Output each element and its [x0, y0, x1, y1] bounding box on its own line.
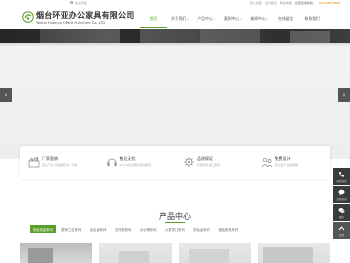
feature-quality[interactable]: 品质保证 环保材质 精工细作 — [175, 146, 253, 179]
nav-item-label: 在线留言 — [278, 16, 294, 21]
sitemap-link[interactable]: 网站地图 — [280, 1, 292, 5]
banner-next-button[interactable]: › — [338, 88, 350, 102]
product-thumbnail[interactable] — [99, 243, 172, 263]
chevron-down-icon: ▾ — [187, 18, 189, 21]
nav-item[interactable]: 首页 — [140, 13, 167, 23]
category-tab[interactable]: 办公椅系列 — [137, 225, 159, 233]
category-tab[interactable]: 酒店家具系列 — [215, 225, 241, 233]
feature-after-sales[interactable]: 售后无忧 24小时在线服务随叫随到 — [98, 146, 176, 179]
back-to-top-button[interactable]: 顶部 — [333, 222, 350, 239]
feature-title: 品质保证 — [197, 156, 213, 161]
category-tab[interactable]: 会议桌系列 — [87, 225, 109, 233]
banner-floor — [0, 43, 350, 46]
chevron-down-icon: ▾ — [213, 18, 215, 21]
nav-item-label: 关于我们 — [171, 16, 187, 21]
title-underline — [165, 222, 185, 223]
nav-item-label: 联系我们 — [304, 16, 320, 21]
product-thumbnail[interactable] — [257, 243, 330, 263]
chevron-down-icon: ▾ — [240, 18, 242, 21]
feature-desc: 环保材质 精工细作 — [197, 163, 221, 167]
nav-item[interactable]: 在线留言 — [273, 13, 300, 23]
hotline-label: 全国咨询热线： — [294, 1, 316, 5]
category-tab[interactable]: 沙发茶几系列 — [162, 225, 188, 233]
main-nav: 首页 关于我们▾ 产品中心▾ 案例中心▾ 新闻中心▾ 在线留言 联系我们 — [140, 13, 326, 23]
gear-icon — [184, 157, 194, 167]
feature-title: 厂家直销 — [42, 156, 58, 161]
nav-item[interactable]: 联系我们 — [299, 13, 326, 23]
nav-item-label: 产品中心 — [197, 16, 213, 21]
tool-label: 顶部 — [338, 234, 344, 237]
nav-item[interactable]: 新闻中心▾ — [246, 13, 273, 23]
set-homepage-link[interactable]: 设为首页 — [265, 1, 277, 5]
nav-item-label: 案例中心 — [224, 16, 240, 21]
nav-item[interactable]: 关于我们▾ — [167, 13, 194, 23]
company-name-cn[interactable]: 烟台环亚办公家具有限公司 — [36, 10, 134, 21]
feature-desc: 专业设计 免费测量 — [274, 163, 298, 167]
arrow-up-icon — [338, 226, 345, 231]
feature-desc: 24小时在线服务随叫随到 — [119, 163, 152, 167]
nav-active-indicator — [140, 27, 167, 28]
nav-item[interactable]: 产品中心▾ — [193, 13, 220, 23]
feature-design[interactable]: 免费设计 专业设计 免费测量 — [253, 146, 331, 179]
feature-title: 售后无忧 — [119, 156, 136, 161]
banner-prev-button[interactable]: ‹ — [0, 88, 12, 102]
top-bar: 欢迎光临 加入收藏 设为首页 网站地图 全国咨询热线： 400-888-8888 — [0, 0, 350, 6]
feature-title: 免费设计 — [274, 156, 291, 161]
banner-image — [0, 29, 350, 43]
people-icon — [261, 157, 272, 168]
category-tabs: 班台班桌系列 屏风工位系列 会议桌系列 文件柜系列 办公椅系列 沙发茶几系列 前台桌系列 酒店… — [30, 225, 330, 233]
phone-icon — [339, 172, 344, 177]
hotline-number: 400-888-8888 — [318, 1, 340, 5]
company-name-en: Yantai Huanya Office Furniture Co.,LTD — [36, 21, 106, 25]
tool-label: 在线咨询 — [336, 198, 347, 201]
chat-icon — [338, 189, 345, 196]
category-tab[interactable]: 文件柜系列 — [112, 225, 134, 233]
nav-item[interactable]: 案例中心▾ — [220, 13, 247, 23]
headset-icon — [107, 158, 116, 166]
floating-toolbar: 电话咨询 在线咨询 微信 顶部 — [333, 168, 350, 240]
product-center-title: 产品中心 — [159, 212, 191, 221]
nav-item-label: 首页 — [149, 16, 158, 21]
product-thumbnail[interactable] — [178, 243, 251, 263]
category-tab[interactable]: 前台桌系列 — [190, 225, 212, 233]
phone-consult-button[interactable]: 电话咨询 — [333, 168, 350, 185]
feature-factory-direct[interactable]: 厂家直销 源头厂家 价格透明 每一分钱 — [20, 146, 98, 179]
feature-desc: 源头厂家 价格透明 每一分钱 — [42, 163, 78, 167]
features-card: 厂家直销 源头厂家 价格透明 每一分钱 售后无忧 24小时在线服务随叫随到 品质… — [20, 146, 330, 179]
add-favorite-link[interactable]: 加入收藏 — [250, 1, 262, 5]
product-thumbnail[interactable] — [20, 243, 93, 263]
factory-icon — [28, 157, 40, 168]
home-icon — [70, 1, 73, 4]
welcome-text: 欢迎光临 — [75, 1, 88, 5]
logo-icon[interactable] — [22, 11, 34, 23]
product-grid — [20, 243, 330, 263]
chevron-down-icon: ▾ — [266, 18, 268, 21]
top-links: 加入收藏 设为首页 网站地图 全国咨询热线： 400-888-8888 — [250, 1, 340, 5]
tool-label: 电话咨询 — [336, 180, 347, 183]
online-consult-button[interactable]: 在线咨询 — [333, 186, 350, 203]
category-tab[interactable]: 班台班桌系列 — [30, 225, 56, 233]
hero-banner — [0, 29, 350, 159]
category-tab[interactable]: 屏风工位系列 — [58, 225, 84, 233]
nav-item-label: 新闻中心 — [250, 16, 266, 21]
